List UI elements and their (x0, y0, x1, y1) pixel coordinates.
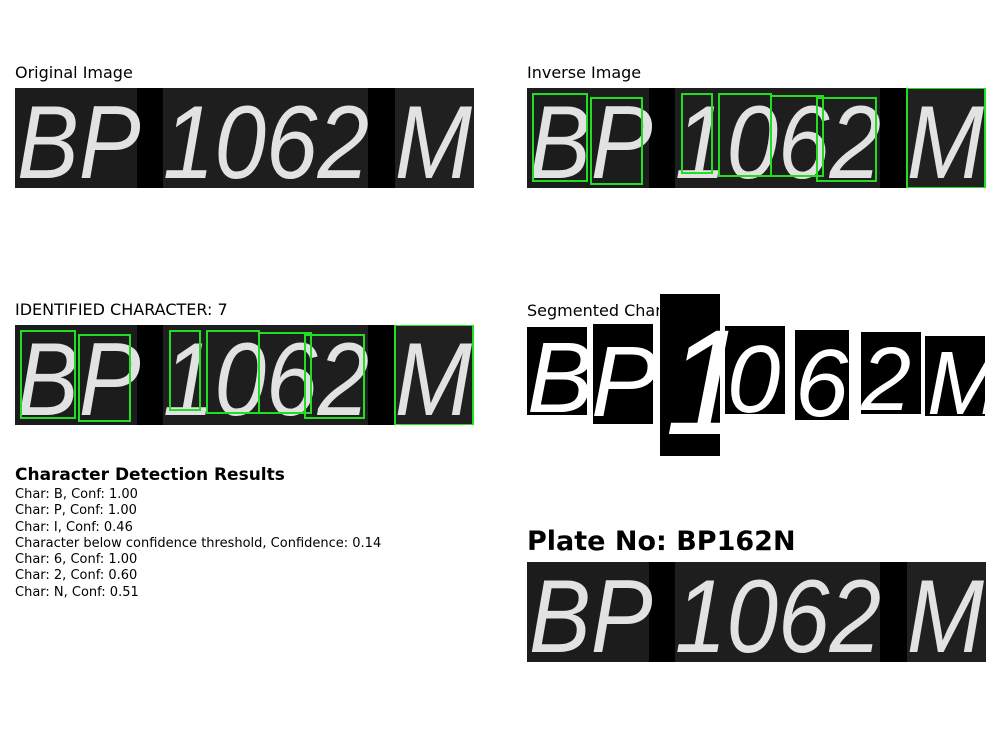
result-line: Char: I, Conf: 0.46 (15, 519, 133, 535)
result-line: Char: N, Conf: 0.51 (15, 584, 139, 600)
results-title: Character Detection Results (15, 465, 285, 485)
result-line: Char: 6, Conf: 1.00 (15, 552, 138, 568)
identified-plate-image: BP 1062 M (15, 325, 474, 425)
plate-number-image: BP 1062 M (527, 562, 986, 662)
results-list: Char: B, Conf: 1.00 Char: P, Conf: 1.00 … (15, 487, 381, 601)
result-line: Char: B, Conf: 1.00 (15, 487, 138, 502)
plate-number-heading: Plate No: BP162N (527, 526, 796, 557)
result-line: Char: P, Conf: 1.00 (15, 503, 137, 519)
result-line: Char: 2, Conf: 0.60 (15, 568, 138, 584)
seg-glyph-6: 6 (795, 330, 849, 437)
seg-glyph-m: M (927, 334, 986, 434)
plate-text-left: BP 1062 M (17, 88, 472, 188)
original-image-title: Original Image (15, 63, 133, 82)
seg-glyph-b: B (527, 322, 594, 434)
inverse-plate-text: BP 1062 M (529, 88, 984, 188)
identified-plate-text: BP 1062 M (17, 325, 472, 425)
result-line: Character below confidence threshold, Co… (15, 535, 382, 551)
segmented-characters-image: B P 1 0 6 2 M (527, 294, 986, 456)
seg-glyph-0: 0 (727, 326, 780, 433)
original-plate-image: BP 1062 M (15, 88, 474, 188)
identified-character-title: IDENTIFIED CHARACTER: 7 (15, 300, 228, 319)
inverse-image-title: Inverse Image (527, 63, 642, 82)
seg-glyph-2: 2 (860, 330, 911, 430)
final-plate-text: BP 1062 M (529, 562, 984, 662)
inverse-plate-image: BP 1062 M (527, 88, 986, 188)
seg-glyph-p: P (591, 326, 658, 438)
